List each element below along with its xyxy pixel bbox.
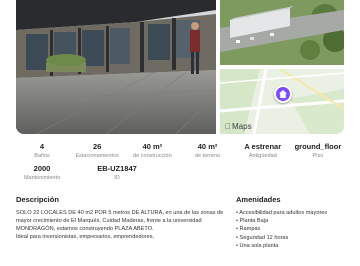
- description-title: Descripción: [16, 195, 59, 204]
- amenities-list: • Accesibilidad para adultos mayores • P…: [236, 209, 348, 250]
- location-map[interactable]:  Maps: [220, 69, 344, 134]
- apple-maps-label:  Maps: [225, 122, 252, 131]
- plaza-render-image: [16, 0, 216, 134]
- amenity-item: • Una sola planta: [236, 242, 279, 249]
- amenity-item: • Planta Baja: [236, 218, 269, 225]
- main-property-photo[interactable]: [16, 0, 216, 134]
- photo-gallery:  Maps: [16, 0, 344, 134]
- apple-logo-icon: : [225, 122, 231, 131]
- property-stats: 4 Baños 26 Estacionamientos 40 m² de con…: [16, 142, 344, 182]
- stat-land-area: 40 m² de terreno: [195, 142, 221, 159]
- description-text: SOLO 22 LOCALES DE 40 m2 POR 5 metros DE…: [16, 209, 224, 241]
- stat-construction-area: 40 m² de construcción: [133, 142, 172, 159]
- stat-maintenance: 2000 Mantenimiento: [23, 164, 61, 181]
- description-section: Descripción SOLO 22 LOCALES DE 40 m2 POR…: [16, 195, 224, 241]
- amenity-item: • Seguridad 12 horas: [236, 234, 289, 241]
- amenities-title: Amenidades: [236, 195, 281, 204]
- aerial-photo[interactable]: [220, 0, 344, 65]
- description-paragraph: SOLO 22 LOCALES DE 40 m2 POR 5 metros DE…: [16, 210, 224, 232]
- stat-floor: ground_floor Piso: [294, 142, 342, 159]
- amenities-section: Amenidades • Accesibilidad para adultos …: [236, 195, 348, 250]
- stat-bathrooms: 4 Baños: [34, 142, 50, 159]
- description-paragraph: Ideal para inversionistas, empresarios, …: [16, 234, 155, 240]
- aerial-view-image: [220, 0, 344, 65]
- amenity-item: • Accesibilidad para adultos mayores: [236, 210, 328, 216]
- stat-id: EB-UZ1847 ID: [97, 164, 137, 181]
- stat-age: A estrenar Antigüedad: [244, 142, 282, 159]
- amenity-item: • Rampas: [236, 226, 261, 233]
- stat-parking: 26 Estacionamientos: [75, 142, 119, 159]
- location-pin-icon[interactable]: [274, 85, 292, 103]
